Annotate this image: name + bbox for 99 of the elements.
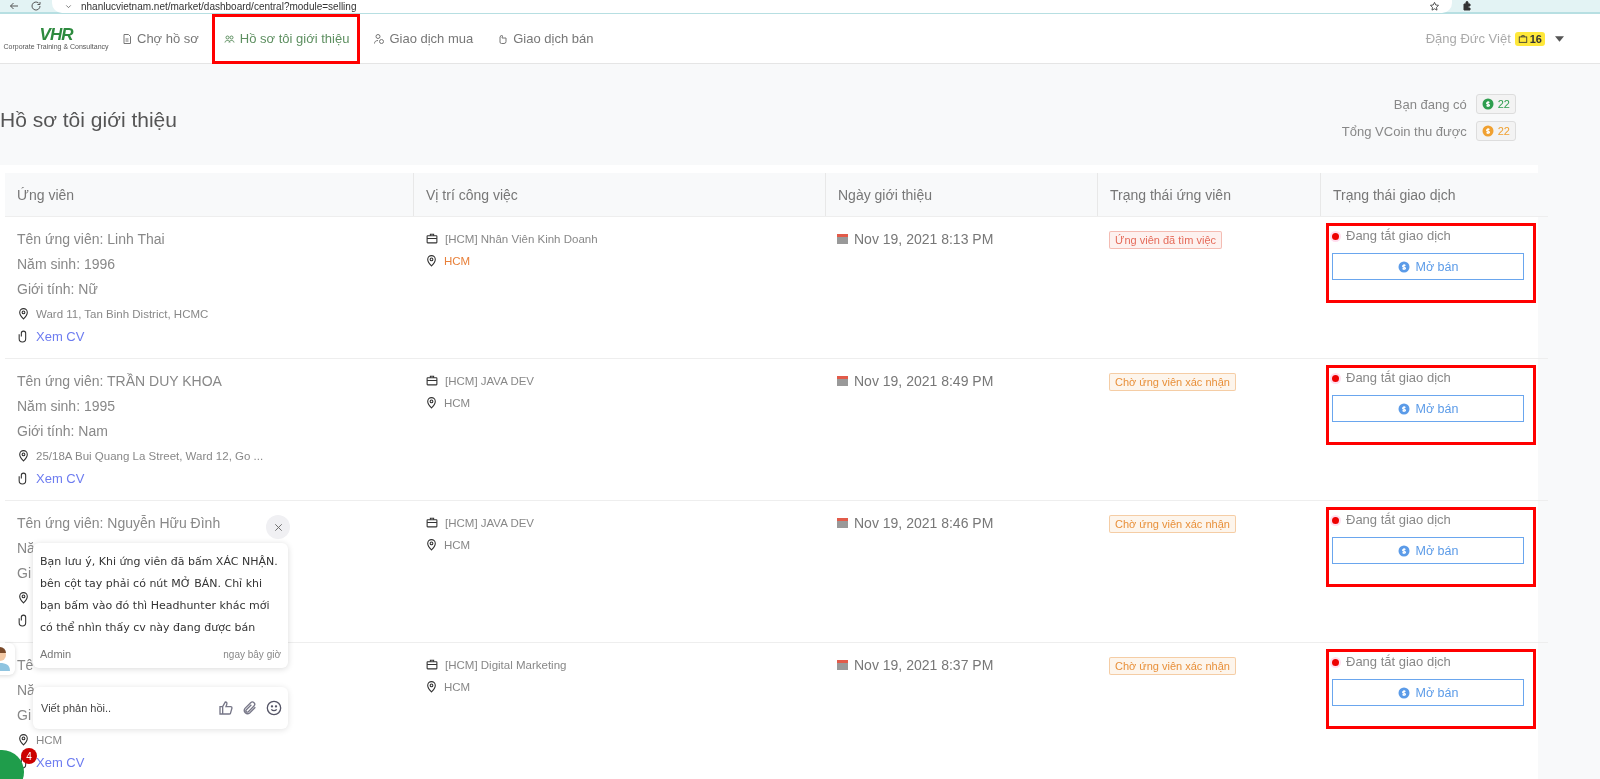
view-cv-link[interactable]: Xem CV bbox=[36, 329, 85, 344]
referral-date: Nov 19, 2021 8:46 PM bbox=[854, 514, 994, 531]
status-dot bbox=[1332, 659, 1339, 666]
candidate-field: Giới tính: Nam bbox=[17, 423, 108, 440]
status-dot bbox=[1332, 517, 1339, 524]
smiley-icon bbox=[266, 700, 282, 716]
candidate-field: Giới tính: Nữ bbox=[17, 281, 98, 298]
referral-date: Nov 19, 2021 8:37 PM bbox=[854, 656, 994, 673]
open-sale-button[interactable]: Mở bán bbox=[1332, 537, 1524, 564]
caret-icon[interactable] bbox=[1555, 35, 1564, 42]
candidate-field: Tê bbox=[17, 657, 34, 674]
job-location: HCM bbox=[444, 538, 471, 551]
view-cv-link[interactable]: Xem CV bbox=[36, 755, 85, 770]
hand-icon bbox=[497, 32, 510, 45]
job-title: [HCM] JAVA DEV bbox=[445, 374, 535, 387]
open-sale-button[interactable]: Mở bán bbox=[1332, 253, 1524, 280]
address-text: 25/18A Bui Quang La Street, Ward 12, Go ... bbox=[36, 449, 264, 462]
nav-tab[interactable]: Chợ hồ sơ bbox=[110, 13, 210, 64]
coin-balance: 22 bbox=[1475, 94, 1516, 114]
candidate-field: Nă bbox=[17, 682, 35, 699]
address-text: Ward 11, Tan Binh District, HCMC bbox=[36, 307, 209, 320]
candidate-field: Tên ứng viên: Nguyễn Hữu Đình bbox=[17, 515, 221, 532]
job-location: HCM bbox=[444, 254, 471, 267]
candidate-field: Gi bbox=[17, 707, 31, 724]
candidate-status-tag: Ứng viên đã tìm việc bbox=[1109, 231, 1223, 249]
location-pin-icon bbox=[425, 254, 438, 267]
location-pin-icon bbox=[425, 680, 438, 693]
balance-label: Bạn đang có bbox=[1393, 96, 1467, 112]
briefcase-icon bbox=[425, 232, 439, 245]
puzzle-icon bbox=[1462, 0, 1474, 12]
dollar-coin-icon bbox=[1397, 260, 1410, 273]
paperclip-icon bbox=[242, 700, 258, 716]
job-location: HCM bbox=[444, 396, 471, 409]
back-arrow-icon bbox=[8, 0, 20, 12]
job-count-badge: 16 bbox=[1514, 31, 1545, 46]
dollar-coin-icon bbox=[1397, 544, 1410, 557]
view-cv-link[interactable]: Xem CV bbox=[36, 471, 85, 486]
location-pin-icon bbox=[17, 591, 30, 604]
candidate-field: Gi bbox=[17, 565, 31, 582]
deal-status: Đang tắt giao dịch bbox=[1346, 228, 1451, 245]
dollar-coin-icon bbox=[1397, 402, 1410, 415]
location-pin-icon bbox=[425, 538, 438, 551]
address-text: HCM bbox=[36, 733, 63, 746]
reload-icon bbox=[30, 0, 42, 12]
job-location: HCM bbox=[444, 680, 471, 693]
sender-name: Admin bbox=[40, 648, 72, 660]
status-dot bbox=[1332, 233, 1339, 240]
column-header: Vị trí công việc bbox=[413, 173, 825, 216]
candidate-status-tag: Chờ ứng viên xác nhận bbox=[1109, 515, 1236, 533]
nav-tab[interactable]: Giao dịch bán bbox=[486, 13, 605, 64]
calendar-icon bbox=[837, 375, 848, 386]
coin-balance: 22 bbox=[1475, 121, 1516, 141]
candidate-field: Năm sinh: 1995 bbox=[17, 398, 116, 415]
calendar-icon bbox=[837, 659, 848, 670]
url-text[interactable]: nhanlucvietnam.net/market/dashboard/central?module=selling bbox=[81, 0, 357, 12]
referral-date: Nov 19, 2021 8:13 PM bbox=[854, 230, 994, 247]
candidate-status-tag: Chờ ứng viên xác nhận bbox=[1109, 657, 1236, 675]
dollar-coin-icon bbox=[1397, 686, 1410, 699]
location-pin-icon bbox=[425, 396, 438, 409]
open-sale-button[interactable]: Mở bán bbox=[1332, 395, 1524, 422]
document-icon bbox=[121, 32, 133, 45]
deal-status: Đang tắt giao dịch bbox=[1346, 654, 1451, 671]
nav-tab[interactable]: Hồ sơ tôi giới thiệu bbox=[211, 13, 361, 64]
open-sale-button[interactable]: Mở bán bbox=[1332, 679, 1524, 706]
candidate-status-tag: Chờ ứng viên xác nhận bbox=[1109, 373, 1236, 391]
job-title: [HCM] JAVA DEV bbox=[445, 516, 535, 529]
location-pin-icon bbox=[17, 733, 30, 746]
logo-text[interactable]: VHR bbox=[39, 26, 73, 43]
location-pin-icon bbox=[17, 307, 30, 320]
user-coin-icon bbox=[373, 32, 386, 45]
user-name[interactable]: Đặng Đức Việt bbox=[1425, 31, 1511, 46]
candidate-field: Năm sinh: 1996 bbox=[17, 256, 116, 273]
status-dot bbox=[1332, 375, 1339, 382]
briefcase-icon bbox=[425, 374, 439, 387]
users-icon bbox=[222, 32, 236, 45]
message-time: ngay bây giờ bbox=[223, 648, 281, 660]
thumbs-up-icon bbox=[218, 700, 234, 716]
calendar-icon bbox=[837, 517, 848, 528]
nav-tab[interactable]: Giao dịch mua bbox=[362, 13, 485, 64]
deal-status: Đang tắt giao dịch bbox=[1346, 512, 1451, 529]
referral-date: Nov 19, 2021 8:49 PM bbox=[854, 372, 994, 389]
job-title: [HCM] Nhân Viên Kinh Doanh bbox=[445, 232, 598, 245]
column-header: Trạng thái ứng viên bbox=[1097, 173, 1320, 216]
calendar-icon bbox=[837, 233, 848, 244]
candidate-field: Tên ứng viên: Linh Thai bbox=[17, 231, 165, 248]
candidate-field: Tên ứng viên: TRẦN DUY KHOA bbox=[17, 373, 222, 390]
briefcase-icon bbox=[425, 658, 439, 671]
column-header: Ngày giới thiệu bbox=[825, 173, 1097, 216]
job-title: [HCM] Digital Marketing bbox=[445, 658, 567, 671]
briefcase-icon bbox=[1517, 33, 1528, 44]
star-icon bbox=[1429, 0, 1440, 12]
close-icon bbox=[272, 521, 284, 533]
message-text: Bạn lưu ý, Khi ứng viên đã bấm XÁC NHẬN. bên cột tay phải có nút MỞ BÁN. Chỉ khi bạn bấm vào đó thì Headhunter khác mới có thể nhìn thấy cv này đang được bán bbox=[40, 554, 279, 636]
page-title: Hồ sơ tôi giới thiệu bbox=[0, 108, 177, 133]
location-pin-icon bbox=[17, 449, 30, 462]
deal-status: Đang tắt giao dịch bbox=[1346, 370, 1451, 387]
briefcase-icon bbox=[425, 516, 439, 529]
column-header: Ứng viên bbox=[5, 173, 413, 216]
balance-label: Tổng VCoin thu được bbox=[1341, 123, 1467, 139]
